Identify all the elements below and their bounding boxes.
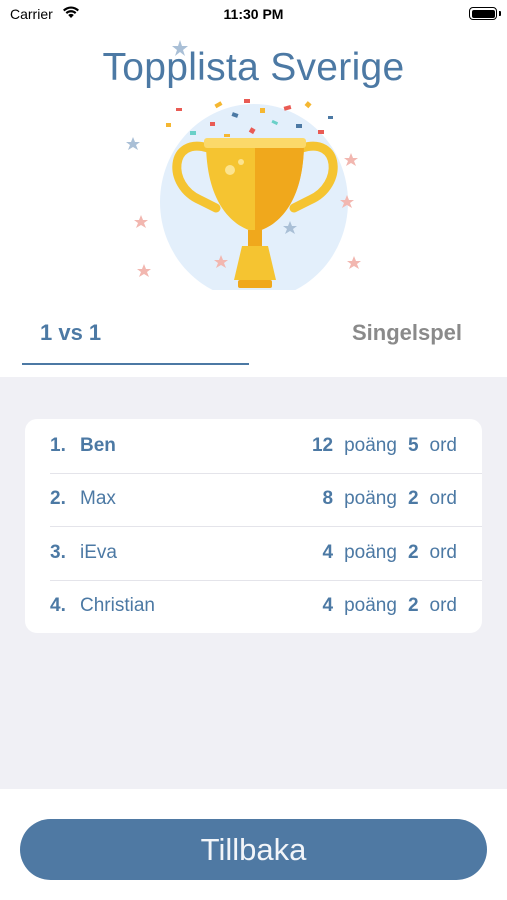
leaderboard-row: 4. Christian 4 poäng 2 ord	[25, 579, 482, 634]
footer: Tillbaka	[0, 789, 507, 900]
status-bar: Carrier 11:30 PM	[0, 0, 507, 28]
tab-1v1[interactable]: 1 vs 1	[40, 320, 101, 346]
back-button[interactable]: Tillbaka	[20, 819, 487, 880]
words-unit: ord	[429, 488, 457, 510]
player-stats: 8 poäng 2 ord	[323, 488, 457, 510]
rank: 1.	[50, 434, 66, 456]
words-unit: ord	[429, 595, 457, 617]
rank: 2.	[50, 488, 66, 510]
player-stats: 12 poäng 5 ord	[312, 435, 457, 457]
battery-icon	[469, 7, 497, 20]
points-value: 12	[311, 434, 334, 456]
player-stats: 4 poäng 2 ord	[323, 595, 457, 617]
player-name: Ben	[80, 434, 116, 456]
points-unit: poäng	[344, 488, 397, 510]
words-value: 5	[407, 434, 419, 456]
points-value: 4	[322, 595, 334, 617]
player-name: Max	[80, 488, 116, 510]
words-unit: ord	[429, 434, 457, 456]
leaderboard-row: 3. iEva 4 poäng 2 ord	[25, 526, 482, 580]
tab-singelspel[interactable]: Singelspel	[352, 320, 462, 346]
battery-cap	[499, 11, 501, 16]
points-value: 4	[322, 541, 334, 563]
points-unit: poäng	[344, 541, 397, 563]
tab-selected-indicator	[22, 363, 249, 365]
trophy-icon	[126, 40, 361, 290]
words-value: 2	[407, 488, 419, 510]
leaderboard-row: 1. Ben 12 poäng 5 ord	[25, 419, 482, 473]
rank: 4.	[50, 595, 66, 617]
points-unit: poäng	[344, 434, 397, 456]
status-time: 11:30 PM	[223, 6, 284, 22]
words-value: 2	[407, 541, 419, 563]
leaderboard-area: 1. Ben 12 poäng 5 ord 2. Max 8 poäng 2 o…	[0, 377, 507, 789]
words-unit: ord	[429, 541, 457, 563]
points-value: 8	[322, 488, 334, 510]
player-stats: 4 poäng 2 ord	[323, 542, 457, 564]
leaderboard-row: 2. Max 8 poäng 2 ord	[25, 472, 482, 527]
points-unit: poäng	[344, 595, 397, 617]
leaderboard-card: 1. Ben 12 poäng 5 ord 2. Max 8 poäng 2 o…	[25, 419, 482, 633]
screen: Carrier 11:30 PM Topplista Sverige 1 vs …	[0, 0, 507, 900]
rank: 3.	[50, 541, 66, 563]
player-name: Christian	[80, 595, 155, 617]
words-value: 2	[407, 595, 419, 617]
tab-bar: 1 vs 1 Singelspel	[0, 300, 507, 377]
player-name: iEva	[80, 541, 117, 563]
